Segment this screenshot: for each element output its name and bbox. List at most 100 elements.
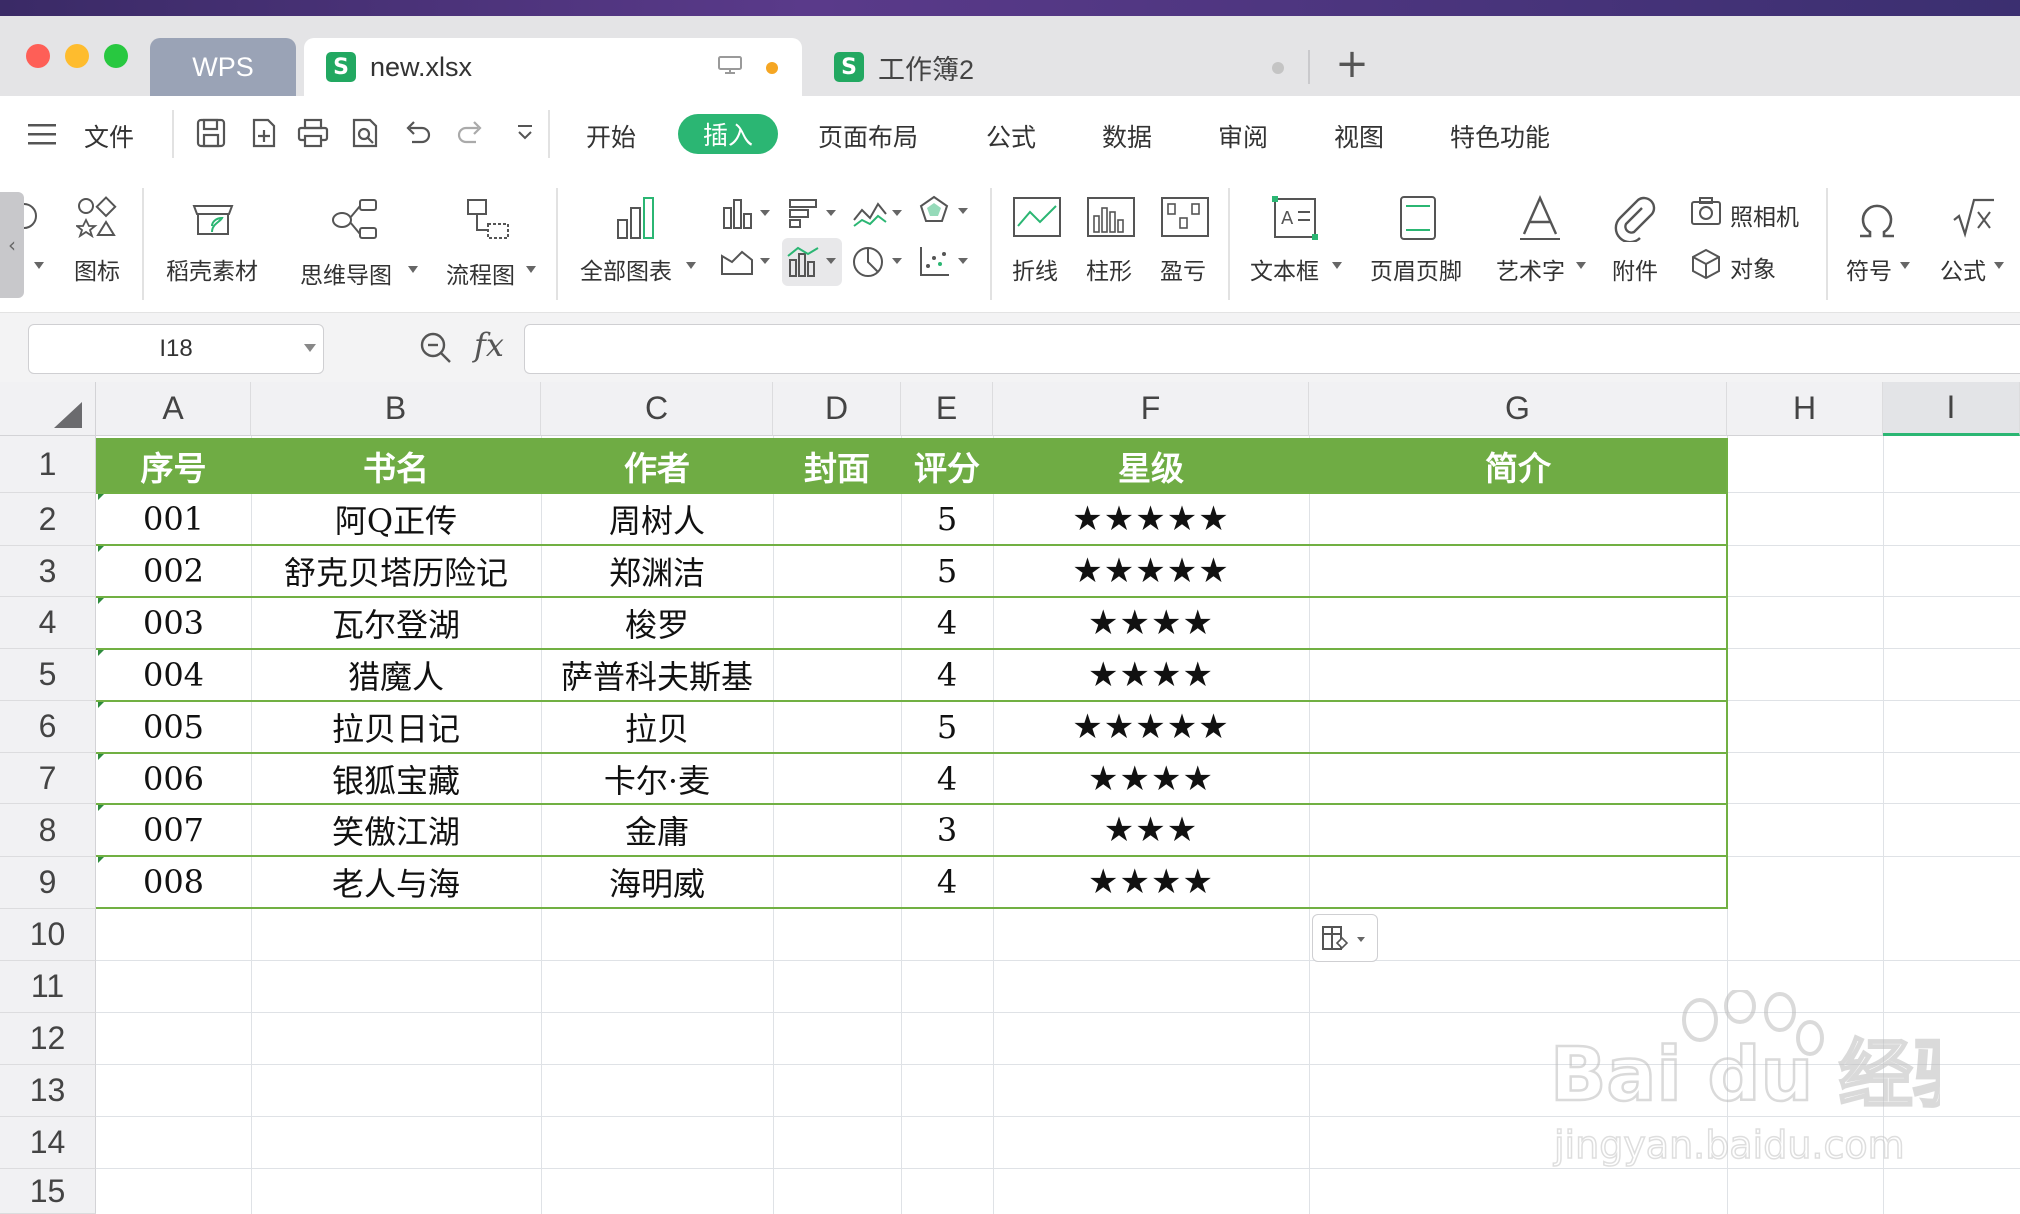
cell-title[interactable]: 银狐宝藏	[251, 754, 541, 803]
docer-assets-icon[interactable]	[190, 196, 236, 240]
cell-score[interactable]: 3	[901, 805, 993, 855]
cell-author[interactable]: 金庸	[541, 805, 773, 855]
row-header-10[interactable]: 10	[0, 909, 96, 961]
cell-title[interactable]: 猎魔人	[251, 650, 541, 700]
undo-icon[interactable]	[400, 116, 434, 150]
header-footer-label[interactable]: 页眉页脚	[1370, 252, 1462, 286]
cell-title[interactable]: 老人与海	[251, 857, 541, 907]
menu-home[interactable]: 开始	[586, 118, 636, 154]
save-icon[interactable]	[194, 116, 228, 150]
row-header-8[interactable]: 8	[0, 804, 96, 857]
paperclip-icon[interactable]	[1612, 194, 1656, 242]
mind-map-icon[interactable]	[330, 196, 380, 242]
header-cell-score[interactable]: 评分	[901, 438, 993, 493]
maximize-window-button[interactable]	[104, 44, 128, 68]
redo-icon[interactable]	[454, 116, 488, 150]
equation-label[interactable]: 公式	[1940, 252, 1986, 286]
header-cell-id[interactable]: 序号	[96, 438, 251, 493]
insert-function-button[interactable]: fx	[474, 326, 504, 364]
menu-data[interactable]: 数据	[1102, 118, 1152, 154]
row-header-6[interactable]: 6	[0, 701, 96, 753]
row-header-15[interactable]: 15	[0, 1169, 96, 1214]
cell-id[interactable]: 006	[96, 754, 251, 803]
equation-icon[interactable]	[1950, 196, 1998, 240]
cell-author[interactable]: 萨普科夫斯基	[541, 650, 773, 700]
minimize-window-button[interactable]	[65, 44, 89, 68]
cell-title[interactable]: 阿Q正传	[251, 494, 541, 544]
row-header-1[interactable]: 1	[0, 436, 96, 493]
dropdown-arrow-icon[interactable]	[686, 262, 696, 269]
cell-author[interactable]: 卡尔·麦	[541, 754, 773, 803]
dropdown-arrow-icon[interactable]	[1332, 262, 1342, 269]
header-cell-stars[interactable]: 星级	[993, 438, 1309, 493]
dropdown-arrow-icon[interactable]	[34, 262, 44, 269]
wordart-label[interactable]: 艺术字	[1496, 252, 1565, 286]
camera-label[interactable]: 照相机	[1730, 198, 1799, 232]
cell-stars[interactable]: ★★★★★	[993, 494, 1309, 544]
sparkline-winloss-label[interactable]: 盈亏	[1160, 252, 1206, 286]
header-cell-author[interactable]: 作者	[541, 438, 773, 493]
radar-chart-icon[interactable]	[918, 194, 970, 230]
all-charts-label[interactable]: 全部图表	[580, 252, 672, 286]
omega-symbol-icon[interactable]	[1854, 196, 1900, 240]
cell-stars[interactable]: ★★★★	[993, 857, 1309, 907]
row-header-2[interactable]: 2	[0, 493, 96, 546]
column-header-a[interactable]: A	[96, 382, 251, 436]
textbox-icon[interactable]: A	[1272, 196, 1318, 240]
mind-map-label[interactable]: 思维导图	[300, 256, 392, 290]
cell-id[interactable]: 002	[96, 546, 251, 596]
cell-score[interactable]: 5	[901, 546, 993, 596]
export-pdf-icon[interactable]	[246, 116, 280, 150]
cell-title[interactable]: 瓦尔登湖	[251, 598, 541, 648]
column-header-b[interactable]: B	[251, 382, 541, 436]
tab-close-dot-icon[interactable]	[1272, 62, 1284, 74]
icons-label[interactable]: 图标	[74, 252, 120, 286]
cell-id[interactable]: 001	[96, 494, 251, 544]
cell-stars[interactable]: ★★★★★	[993, 546, 1309, 596]
name-box[interactable]: I18	[28, 324, 324, 374]
row-header-14[interactable]: 14	[0, 1117, 96, 1169]
flowchart-icon[interactable]	[464, 196, 514, 242]
cell-stars[interactable]: ★★★★★	[993, 702, 1309, 752]
pie-chart-icon[interactable]	[852, 244, 904, 280]
cell-author[interactable]: 拉贝	[541, 702, 773, 752]
column-chart-icon[interactable]	[720, 196, 772, 230]
sparkline-column-icon[interactable]	[1086, 196, 1136, 238]
row-header-7[interactable]: 7	[0, 753, 96, 804]
camera-icon[interactable]	[1690, 196, 1722, 226]
textbox-label[interactable]: 文本框	[1250, 252, 1319, 286]
object-icon[interactable]	[1690, 248, 1722, 280]
cell-stars[interactable]: ★★★★	[993, 754, 1309, 803]
cell-title[interactable]: 拉贝日记	[251, 702, 541, 752]
paste-options-button[interactable]	[1312, 914, 1378, 962]
cell-id[interactable]: 005	[96, 702, 251, 752]
cell-author[interactable]: 梭罗	[541, 598, 773, 648]
cell-author[interactable]: 郑渊洁	[541, 546, 773, 596]
cell-score[interactable]: 4	[901, 857, 993, 907]
all-charts-icon[interactable]	[614, 194, 658, 242]
print-preview-icon[interactable]	[348, 116, 382, 150]
cell-stars[interactable]: ★★★★	[993, 598, 1309, 648]
select-all-corner[interactable]	[0, 382, 96, 436]
cell-score[interactable]: 5	[901, 494, 993, 544]
flowchart-label[interactable]: 流程图	[446, 256, 515, 290]
cell-author[interactable]: 海明威	[541, 857, 773, 907]
cell-id[interactable]: 003	[96, 598, 251, 648]
tab-wps-home[interactable]: WPS	[150, 38, 296, 96]
combo-chart-icon[interactable]	[786, 244, 838, 280]
header-footer-icon[interactable]	[1398, 194, 1438, 242]
header-cell-title[interactable]: 书名	[251, 438, 541, 493]
cell-score[interactable]: 4	[901, 598, 993, 648]
new-tab-button[interactable]: +	[1330, 42, 1374, 86]
menu-page-layout[interactable]: 页面布局	[818, 118, 918, 154]
attachment-label[interactable]: 附件	[1612, 252, 1658, 286]
header-cell-intro[interactable]: 简介	[1309, 438, 1727, 493]
dropdown-arrow-icon[interactable]	[408, 266, 418, 273]
bar-chart-icon[interactable]	[786, 196, 838, 230]
line-chart-icon[interactable]	[852, 196, 904, 230]
tab-workbook2[interactable]: S 工作簿2	[812, 38, 1302, 96]
cell-title[interactable]: 舒克贝塔历险记	[251, 546, 541, 596]
row-header-9[interactable]: 9	[0, 857, 96, 909]
shapes-icon[interactable]	[24, 200, 40, 236]
column-header-f[interactable]: F	[993, 382, 1309, 436]
